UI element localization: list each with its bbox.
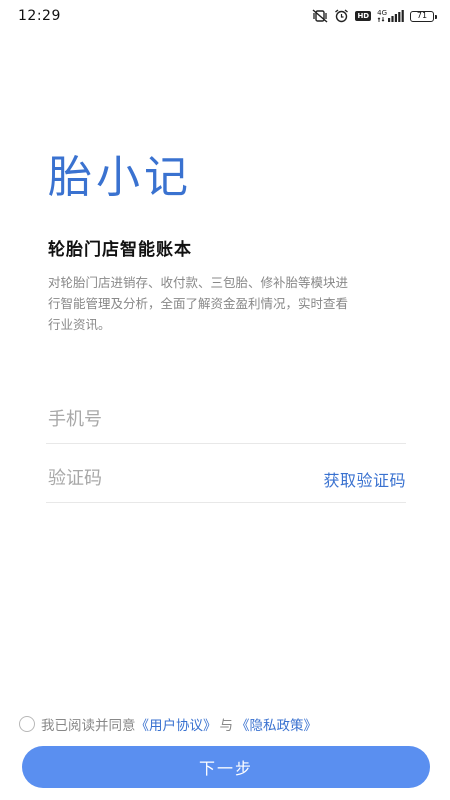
network-label: 4G bbox=[377, 9, 387, 17]
verification-code-field: 获取验证码 bbox=[46, 455, 406, 503]
verification-code-input[interactable] bbox=[46, 468, 324, 489]
mute-vibrate-icon bbox=[312, 9, 328, 23]
4g-signal-icon: 4G bbox=[377, 10, 404, 22]
phone-field bbox=[46, 396, 406, 444]
alarm-icon bbox=[334, 9, 349, 23]
agreement-row: 我已阅读并同意 《用户协议》 与 《隐私政策》 bbox=[19, 714, 317, 734]
hd-icon: HD bbox=[355, 11, 372, 21]
next-button[interactable]: 下一步 bbox=[22, 746, 430, 788]
app-description: 对轮胎门店进销存、收付款、三包胎、修补胎等模块进行智能管理及分析，全面了解资金盈… bbox=[48, 275, 349, 332]
battery-icon: 71 bbox=[410, 10, 437, 22]
app-subtitle: 轮胎门店智能账本 bbox=[48, 240, 192, 260]
phone-input[interactable] bbox=[46, 409, 406, 430]
status-bar: 12:29 HD 4G 71 bbox=[0, 0, 450, 32]
app-title: 胎小记 bbox=[48, 152, 192, 203]
get-code-button[interactable]: 获取验证码 bbox=[323, 467, 406, 491]
agreement-checkbox[interactable] bbox=[19, 716, 35, 732]
user-agreement-link[interactable]: 《用户协议》 bbox=[136, 714, 217, 734]
privacy-policy-link[interactable]: 《隐私政策》 bbox=[236, 714, 317, 734]
battery-level: 71 bbox=[416, 11, 428, 20]
agreement-and: 与 bbox=[219, 718, 234, 734]
status-icons: HD 4G 71 bbox=[312, 9, 437, 23]
agreement-prefix: 我已阅读并同意 bbox=[41, 718, 136, 734]
status-time: 12:29 bbox=[18, 8, 61, 24]
